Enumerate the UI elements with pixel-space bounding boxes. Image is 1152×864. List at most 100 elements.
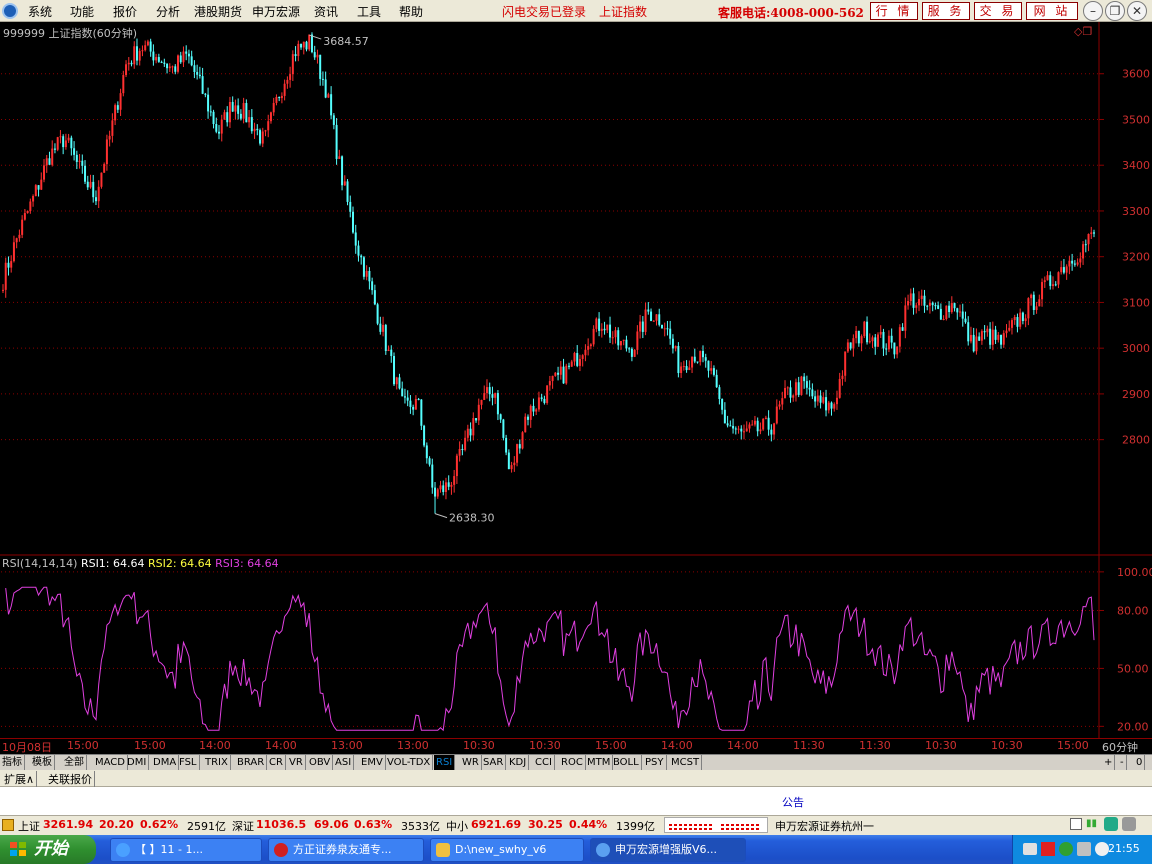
- candle-body: [551, 375, 554, 382]
- service-button[interactable]: 服 务: [922, 2, 970, 20]
- network-icon[interactable]: [1077, 842, 1091, 856]
- tab-brar[interactable]: BRAR: [235, 755, 268, 770]
- close-icon[interactable]: ✕: [1127, 1, 1147, 21]
- tab-fsl[interactable]: FSL: [177, 755, 200, 770]
- candle-body: [524, 416, 527, 433]
- tab-sar[interactable]: SAR: [481, 755, 507, 770]
- candle-body: [734, 428, 737, 430]
- candle-body: [803, 376, 806, 382]
- candle-body: [29, 201, 32, 211]
- tab-trix[interactable]: TRIX: [203, 755, 231, 770]
- menu-analysis[interactable]: 分析: [156, 3, 180, 20]
- candle-body: [92, 181, 95, 198]
- taskbar-item-fangzheng[interactable]: 方正证券泉友通专...: [268, 838, 424, 862]
- candle-body: [442, 485, 445, 492]
- tab-cci[interactable]: CCI: [533, 755, 555, 770]
- keyboard-icon[interactable]: [1023, 843, 1037, 855]
- ime-icon[interactable]: [1041, 842, 1055, 856]
- menu-hk-futures[interactable]: 港股期货: [194, 3, 242, 20]
- status-icon[interactable]: [2, 819, 14, 831]
- candle-body: [789, 387, 792, 398]
- tab-indicator[interactable]: 指标: [0, 755, 25, 770]
- taskbar-item-ie[interactable]: 【 】11 - 1...: [110, 838, 262, 862]
- security-icon[interactable]: [1059, 842, 1073, 856]
- candle-body: [341, 156, 344, 186]
- signal-icon[interactable]: ▮▮: [1086, 818, 1097, 829]
- app-logo-icon[interactable]: [2, 3, 18, 19]
- candle-body: [171, 66, 174, 68]
- chart-panel[interactable]: 3600 3500 3400 3300 3200 3100 3000 2900 2800 100.…: [0, 22, 1152, 738]
- reset-button[interactable]: 0: [1134, 755, 1146, 770]
- restore-icon[interactable]: ❐: [1105, 1, 1125, 21]
- candle-body: [606, 324, 609, 331]
- tab-macd[interactable]: MACD: [93, 755, 128, 770]
- menu-tools[interactable]: 工具: [357, 3, 381, 20]
- candle-body: [354, 232, 357, 246]
- tab-vr[interactable]: VR: [287, 755, 306, 770]
- settings-icon[interactable]: [1122, 817, 1136, 831]
- candle-body: [835, 397, 838, 405]
- market-button[interactable]: 行 情: [870, 2, 918, 20]
- tab-boll[interactable]: BOLL: [611, 755, 642, 770]
- period-label[interactable]: 60分钟: [1102, 739, 1138, 755]
- tab-obv[interactable]: OBV: [307, 755, 334, 770]
- related-quote-tab[interactable]: 关联报价: [46, 771, 95, 787]
- clock[interactable]: 21:55: [1108, 842, 1140, 855]
- lock-icon[interactable]: [1104, 817, 1118, 831]
- menu-swhy[interactable]: 申万宏源: [252, 3, 300, 20]
- menu-info[interactable]: 资讯: [314, 3, 338, 20]
- tab-roc[interactable]: ROC: [559, 755, 586, 770]
- volume-icon[interactable]: [1095, 842, 1109, 856]
- chart-options-icon[interactable]: ◇❐: [1074, 25, 1092, 38]
- candle-body: [168, 66, 171, 69]
- tab-emv[interactable]: EMV: [359, 755, 386, 770]
- candle-body: [469, 428, 472, 436]
- candle-body: [518, 444, 521, 449]
- tab-mcst[interactable]: MCST: [669, 755, 703, 770]
- tab-kdj[interactable]: KDJ: [507, 755, 530, 770]
- candle-body: [141, 50, 144, 52]
- tab-rsi[interactable]: RSI: [434, 755, 456, 770]
- menu-help[interactable]: 帮助: [399, 3, 423, 20]
- candle-body: [967, 322, 970, 342]
- tab-asi[interactable]: ASI: [333, 755, 355, 770]
- candle-body: [1084, 244, 1087, 246]
- tab-dma[interactable]: DMA: [151, 755, 180, 770]
- taskbar-item-swhy[interactable]: 申万宏源增强版V6...: [590, 838, 746, 862]
- time-label: 14:00: [661, 739, 693, 752]
- candle-body: [644, 309, 647, 332]
- candle-body: [701, 350, 704, 358]
- tab-vol-tdx[interactable]: VOL-TDX: [385, 755, 434, 770]
- candle-body: [652, 320, 655, 322]
- candle-body: [10, 261, 13, 268]
- menu-system[interactable]: 系统: [28, 3, 52, 20]
- tab-mtm[interactable]: MTM: [585, 755, 614, 770]
- tab-cr[interactable]: CR: [267, 755, 286, 770]
- website-button[interactable]: 网 站: [1026, 2, 1078, 20]
- candle-body: [215, 123, 218, 132]
- candle-body: [390, 349, 393, 357]
- zoom-out-button[interactable]: -: [1118, 755, 1127, 770]
- low-label: 2638.30: [449, 512, 495, 525]
- tab-psy[interactable]: PSY: [643, 755, 667, 770]
- tab-dmi[interactable]: DMI: [125, 755, 150, 770]
- candle-body: [797, 382, 800, 395]
- menu-function[interactable]: 功能: [70, 3, 94, 20]
- candle-body: [893, 342, 896, 355]
- expand-tab[interactable]: 扩展∧: [2, 771, 38, 787]
- chart-svg[interactable]: 3600 3500 3400 3300 3200 3100 3000 2900 2800 100.…: [0, 22, 1152, 738]
- taskbar-item-folder[interactable]: D:\new_swhy_v6: [430, 838, 584, 862]
- trade-login-status[interactable]: 闪电交易已登录: [502, 3, 586, 20]
- candle-body: [453, 476, 456, 485]
- minimize-icon[interactable]: –: [1083, 1, 1103, 21]
- announcement-link[interactable]: 公告: [782, 794, 804, 810]
- tab-template[interactable]: 模板: [30, 755, 55, 770]
- candle-body: [748, 424, 751, 429]
- menu-quote[interactable]: 报价: [113, 3, 137, 20]
- tab-all[interactable]: 全部: [62, 755, 87, 770]
- zoom-in-button[interactable]: +: [1102, 755, 1116, 770]
- message-icon[interactable]: [1070, 818, 1082, 830]
- candle-body: [983, 331, 986, 333]
- trade-button[interactable]: 交 易: [974, 2, 1022, 20]
- tab-wr[interactable]: WR: [460, 755, 482, 770]
